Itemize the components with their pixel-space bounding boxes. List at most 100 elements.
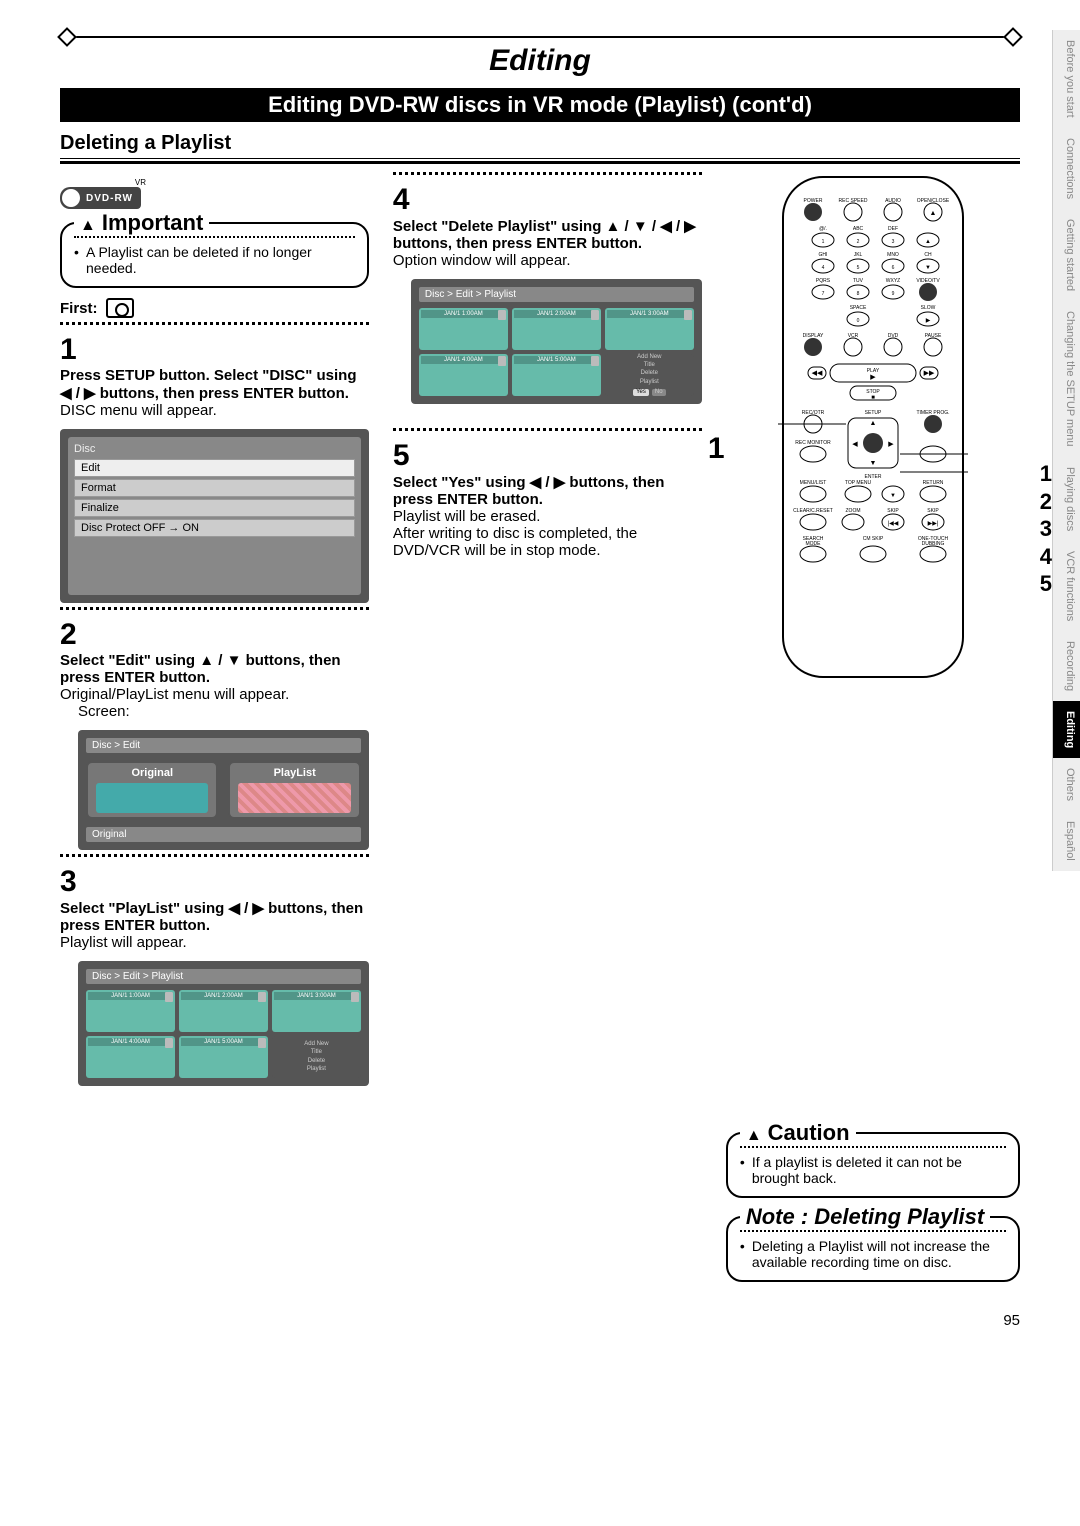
disc-menu-row-finalize: Finalize: [74, 499, 355, 517]
svg-text:TOP MENU: TOP MENU: [845, 480, 872, 486]
subtitle-bar: Editing DVD-RW discs in VR mode (Playlis…: [60, 88, 1020, 122]
edit-menu-screen: Disc > Edit Original PlayList Original: [78, 730, 369, 850]
note-title: Note : Deleting Playlist: [740, 1204, 990, 1230]
svg-text:▶▶: ▶▶: [924, 370, 935, 377]
dotted-divider: [60, 854, 369, 857]
svg-text:1: 1: [822, 239, 825, 245]
step-1-body: DISC menu will appear.: [60, 402, 369, 419]
page-number: 95: [60, 1312, 1020, 1329]
step-5-title: Select "Yes" using ◀ / ▶ buttons, then p…: [393, 473, 702, 508]
dvd-rw-text: DVD-RW: [86, 193, 133, 204]
svg-text:3: 3: [892, 239, 895, 245]
original-thumb-icon: [96, 783, 208, 813]
svg-text:GHI: GHI: [818, 252, 827, 258]
remote-control: 1 1 2 3 4 5 POWERREC SPEEDAUDIOOPEN/CLOS…: [726, 172, 1020, 692]
svg-text:▶: ▶: [870, 374, 876, 381]
svg-text:8: 8: [857, 291, 860, 297]
svg-text:JKL: JKL: [854, 252, 863, 258]
step-4-title: Select "Delete Playlist" using ▲ / ▼ / ◀…: [393, 217, 702, 252]
warning-icon: [80, 210, 96, 236]
playlist-side-menu-yn: Add New Title Delete Playlist YesNo: [605, 354, 694, 396]
first-line: First:: [60, 298, 369, 318]
disc-menu-row-protect: Disc Protect OFF → ON: [74, 519, 355, 537]
edit-option-playlist: PlayList: [228, 761, 360, 819]
svg-text:▼: ▼: [890, 493, 896, 499]
note-body: Deleting a Playlist will not increase th…: [740, 1238, 1006, 1270]
important-title: Important: [74, 210, 209, 236]
playlist-thumb: JAN/1 4:00AM: [419, 354, 508, 396]
step-2-screen-label: Screen:: [78, 703, 369, 720]
svg-text:PQRS: PQRS: [816, 278, 831, 284]
svg-text:4: 4: [822, 265, 825, 271]
svg-text:CH: CH: [924, 252, 932, 258]
svg-text:MNO: MNO: [887, 252, 899, 258]
remote-callout-left: 1: [708, 432, 725, 466]
dotted-divider: [393, 428, 702, 431]
playlist-screen-2: Disc > Edit > Playlist JAN/1 1:00AM JAN/…: [411, 279, 702, 404]
step-2-number: 2: [60, 618, 369, 652]
svg-text:ABC: ABC: [853, 226, 864, 232]
svg-text:SKIP: SKIP: [887, 508, 899, 514]
disc-menu-row-edit: Edit: [74, 459, 355, 477]
dotted-divider: [60, 322, 369, 325]
disc-menu-screen: Disc Edit Format Finalize Disc Protect O…: [60, 429, 369, 603]
playlist-thumb: JAN/1 1:00AM: [86, 990, 175, 1032]
svg-text:▲: ▲: [929, 210, 936, 217]
svg-text:CLEAR/C.RESET: CLEAR/C.RESET: [793, 508, 833, 514]
svg-text:@/.: @/.: [819, 226, 827, 232]
svg-text:5: 5: [857, 265, 860, 271]
playlist-thumb: JAN/1 4:00AM: [86, 1036, 175, 1078]
dvd-small-icon: [106, 298, 134, 318]
no-option: No: [652, 389, 666, 396]
dotted-divider: [393, 172, 702, 175]
edit-option-original: Original: [86, 761, 218, 819]
svg-text:|◀◀: |◀◀: [888, 521, 899, 527]
svg-text:▼: ▼: [925, 265, 931, 271]
page-title-banner: Editing: [60, 30, 1020, 78]
caution-body: If a playlist is deleted it can not be b…: [740, 1154, 1006, 1186]
playlist-breadcrumb-1: Disc > Edit > Playlist: [86, 969, 361, 984]
svg-text:DEF: DEF: [888, 226, 898, 232]
svg-text:REC MONITOR: REC MONITOR: [795, 440, 831, 446]
svg-text:CM SKIP: CM SKIP: [863, 536, 884, 542]
svg-text:TUV: TUV: [853, 278, 864, 284]
playlist-thumb: JAN/1 2:00AM: [512, 308, 601, 350]
important-body: A Playlist can be deleted if no longer n…: [74, 244, 355, 276]
svg-text:▼: ▼: [869, 460, 876, 467]
dvd-rw-badge-area: VR DVD-RW: [60, 178, 369, 212]
playlist-breadcrumb-2: Disc > Edit > Playlist: [419, 287, 694, 302]
step-2-title: Select "Edit" using ▲ / ▼ buttons, then …: [60, 652, 369, 686]
section-heading: Deleting a Playlist: [60, 132, 1020, 164]
svg-text:▲: ▲: [869, 420, 876, 427]
step-3-number: 3: [60, 865, 369, 899]
step-5-number: 5: [393, 439, 702, 473]
page-title: Editing: [477, 44, 603, 78]
playlist-thumb: JAN/1 5:00AM: [179, 1036, 268, 1078]
playlist-side-menu: Add New Title Delete Playlist: [272, 1036, 361, 1078]
svg-text:▶: ▶: [926, 318, 931, 324]
playlist-thumb: JAN/1 3:00AM: [272, 990, 361, 1032]
step-1-title: Press SETUP button. Select "DISC" using …: [60, 367, 369, 402]
svg-text:WXYZ: WXYZ: [886, 278, 900, 284]
svg-text:◀: ◀: [852, 441, 858, 448]
svg-text:ZOOM: ZOOM: [845, 508, 860, 514]
step-4-body: Option window will appear.: [393, 252, 702, 269]
remote-svg-icon: POWERREC SPEEDAUDIOOPEN/CLOSE ▲ @/.ABCDE…: [778, 172, 968, 692]
caution-box: Caution If a playlist is deleted it can …: [726, 1132, 1020, 1198]
svg-text:▲: ▲: [925, 239, 931, 245]
step-4-number: 4: [393, 183, 702, 217]
svg-text:◀◀: ◀◀: [812, 370, 823, 377]
step-3-title: Select "PlayList" using ◀ / ▶ buttons, t…: [60, 899, 369, 934]
svg-text:MENU/LIST: MENU/LIST: [800, 480, 827, 486]
svg-text:▶▶|: ▶▶|: [928, 521, 939, 527]
step-3-body: Playlist will appear.: [60, 934, 369, 951]
edit-breadcrumb: Disc > Edit: [86, 738, 361, 753]
important-box: Important A Playlist can be deleted if n…: [60, 222, 369, 288]
svg-text:9: 9: [892, 291, 895, 297]
playlist-thumb: JAN/1 2:00AM: [179, 990, 268, 1032]
svg-text:SETUP: SETUP: [865, 410, 882, 416]
playlist-thumb-icon: [238, 783, 350, 813]
warning-icon: [746, 1120, 762, 1146]
yes-option: Yes: [633, 389, 649, 396]
svg-text:7: 7: [822, 291, 825, 297]
